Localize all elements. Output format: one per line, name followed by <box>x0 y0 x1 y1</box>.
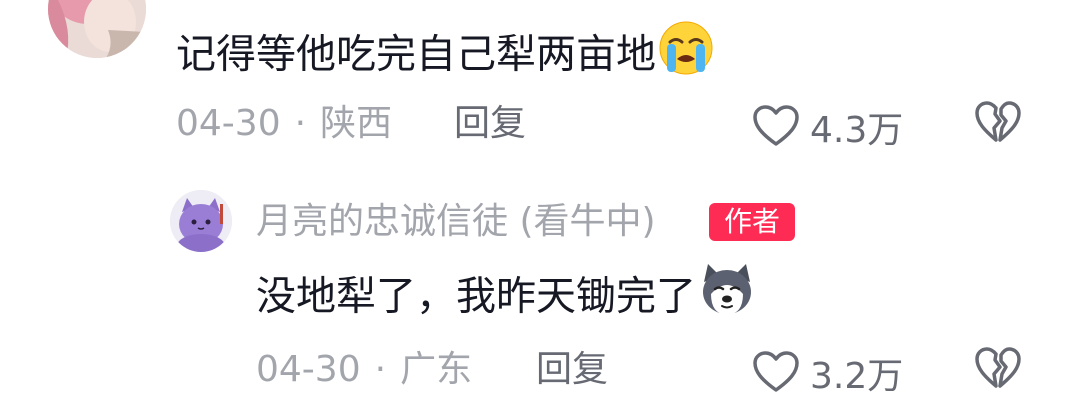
heart-icon <box>752 104 800 157</box>
like-count: 4.3万 <box>810 109 904 151</box>
like-button[interactable]: 4.3万 <box>752 104 903 157</box>
dislike-button[interactable] <box>972 100 1024 148</box>
broken-heart-icon <box>974 100 1022 148</box>
comment-location: 陕西 <box>320 103 393 144</box>
reply-button[interactable]: 回复 <box>454 104 526 144</box>
author-avatar[interactable] <box>170 190 232 252</box>
comment-date: 04-30 <box>176 103 281 144</box>
comment-text: 记得等他吃完自己犁两亩地 <box>176 21 714 87</box>
reply-to-author-button[interactable]: 回复 <box>536 350 608 390</box>
purple-cat-avatar-image <box>170 190 232 252</box>
author-badge: 作者 <box>709 203 795 241</box>
reply-text-content: 没地犁了，我昨天锄完了 <box>256 273 696 320</box>
reply-dislike-button[interactable] <box>972 346 1024 394</box>
comment-meta: 04-30 · 陕西 <box>176 104 392 144</box>
reply-location: 广东 <box>400 349 473 390</box>
loudly-crying-face-icon <box>656 21 714 87</box>
heart-icon <box>752 350 800 403</box>
meta-separator: · <box>374 349 387 390</box>
reply-like-count: 3.2万 <box>810 355 904 397</box>
author-username[interactable]: 月亮的忠诚信徒 (看牛中) <box>256 201 656 243</box>
reply-text: 没地犁了，我昨天锄完了 <box>256 264 756 329</box>
meta-separator: · <box>294 103 307 144</box>
comment-text-content: 记得等他吃完自己犁两亩地 <box>176 31 656 78</box>
broken-heart-icon <box>974 346 1022 394</box>
reply-like-button[interactable]: 3.2万 <box>752 350 903 403</box>
husky-dog-face-icon <box>696 264 756 329</box>
reply-meta: 04-30 · 广东 <box>256 350 472 390</box>
commenter-avatar[interactable] <box>48 0 146 58</box>
reply-date: 04-30 <box>256 349 361 390</box>
avatar-image <box>48 0 146 58</box>
